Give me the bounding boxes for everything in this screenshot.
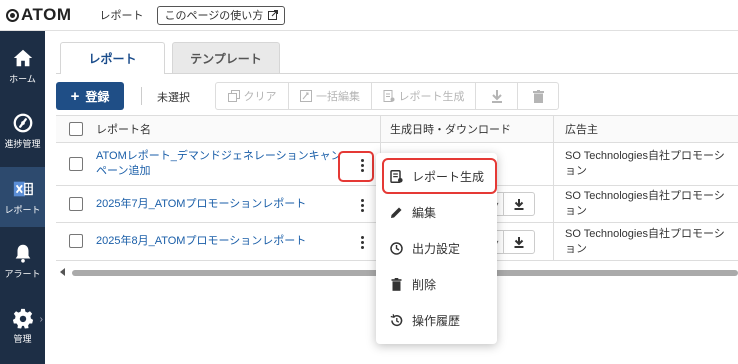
progress-icon [13, 113, 32, 133]
copy-icon [227, 90, 240, 102]
gear-icon [12, 308, 33, 329]
report-name-link[interactable]: 2025年8月_ATOMプロモーションレポート [96, 234, 306, 249]
tab-template[interactable]: テンプレート [172, 42, 280, 73]
home-icon [13, 49, 32, 67]
column-divider [553, 116, 554, 261]
trash-icon [391, 277, 402, 291]
bulk-action-toolbar: クリア 一括編集 レポート生成 [215, 82, 559, 110]
advertiser-cell: SO Technologies自社プロモーション [565, 190, 725, 217]
bell-icon [15, 244, 30, 263]
report-generate-icon [383, 90, 394, 102]
row-download-button[interactable] [504, 231, 534, 253]
menu-item-label: 出力設定 [412, 241, 461, 256]
select-all-checkbox[interactable] [69, 122, 83, 136]
row-checkbox[interactable] [69, 234, 83, 248]
download-button[interactable] [476, 83, 518, 109]
menu-item-history[interactable]: 操作履歴 [376, 302, 497, 338]
help-button[interactable]: このページの使い方 [157, 5, 286, 25]
sidebar-item-label: ホーム [9, 74, 36, 84]
kebab-highlight [338, 151, 374, 182]
column-header-advertiser: 広告主 [565, 124, 598, 136]
row-download-button[interactable] [504, 193, 534, 215]
download-icon [491, 89, 502, 103]
column-header-generated: 生成日時・ダウンロード [390, 124, 511, 136]
advertiser-cell: SO Technologies自社プロモーション [565, 150, 725, 177]
plus-icon: + [70, 87, 80, 105]
menu-item-label: 削除 [412, 277, 437, 292]
selection-status: 未選択 [157, 92, 190, 104]
toolbar-separator [141, 87, 142, 105]
row-checkbox[interactable] [69, 157, 83, 171]
sidebar: ホーム 進捗管理 レポート アラート 管理 › [0, 31, 45, 364]
download-icon [514, 198, 524, 210]
sidebar-item-label: アラート [4, 269, 41, 279]
menu-item-label: 操作履歴 [412, 313, 461, 328]
bulk-edit-button-label: 一括編集 [316, 91, 360, 103]
column-header-name: レポート名 [96, 124, 151, 136]
row-menu-button[interactable] [350, 230, 374, 254]
report-name-cell: ATOMレポート_デマンドジェネレーションキャンペーン追加 [96, 143, 346, 185]
sidebar-item-progress[interactable]: 進捗管理 [0, 101, 45, 161]
excel-report-icon [13, 181, 33, 197]
download-icon [514, 236, 524, 248]
logo-mark-icon [6, 8, 19, 22]
generate-report-button-label: レポート生成 [398, 91, 465, 103]
kebab-icon [360, 203, 364, 207]
tab-report[interactable]: レポート [60, 42, 165, 74]
trash-icon [532, 89, 544, 103]
menu-item-edit[interactable]: 編集 [376, 194, 497, 230]
breadcrumb: レポート [99, 10, 144, 22]
row-checkbox[interactable] [69, 197, 83, 211]
sidebar-item-label: レポート [4, 205, 41, 215]
external-link-icon [268, 10, 279, 20]
logo-text: ATOM [21, 5, 72, 24]
register-button[interactable]: + 登録 [56, 82, 124, 110]
scroll-left-icon[interactable] [60, 268, 65, 276]
report-name-link[interactable]: ATOMレポート_デマンドジェネレーションキャンペーン追加 [96, 149, 346, 179]
sidebar-item-alert[interactable]: アラート [0, 231, 45, 291]
sidebar-item-report[interactable]: レポート [0, 167, 45, 227]
pencil-icon [391, 207, 402, 218]
report-name-link[interactable]: 2025年7月_ATOMプロモーションレポート [96, 197, 306, 212]
menu-item-label: 編集 [412, 205, 437, 220]
sidebar-item-label: 進捗管理 [4, 139, 41, 149]
menu-item-delete[interactable]: 削除 [376, 266, 497, 302]
sidebar-item-settings[interactable]: 管理 › [0, 296, 45, 356]
sidebar-item-home[interactable]: ホーム [0, 36, 45, 96]
chevron-right-icon: › [39, 314, 43, 325]
history-icon [390, 313, 403, 326]
generate-report-button[interactable]: レポート生成 [372, 83, 476, 109]
menu-item-highlight [382, 158, 497, 194]
report-name-cell: 2025年7月_ATOMプロモーションレポート [96, 186, 306, 222]
advertiser-cell: SO Technologies自社プロモーション [565, 227, 725, 255]
kebab-icon [360, 240, 364, 244]
bulk-edit-button[interactable]: 一括編集 [289, 83, 372, 109]
clock-icon [390, 241, 403, 255]
top-header: ATOM レポート このページの使い方 [0, 0, 738, 31]
clear-button-label: クリア [243, 91, 277, 103]
bulk-edit-icon [300, 90, 312, 102]
row-menu-button[interactable] [350, 193, 374, 217]
atom-logo[interactable]: ATOM [6, 5, 71, 25]
delete-button[interactable] [518, 83, 558, 109]
help-button-label: このページの使い方 [164, 10, 264, 22]
register-button-label: 登録 [85, 89, 110, 104]
report-name-cell: 2025年8月_ATOMプロモーションレポート [96, 223, 306, 260]
menu-item-output-settings[interactable]: 出力設定 [376, 230, 497, 266]
clear-button[interactable]: クリア [216, 83, 289, 109]
table-header-row: レポート名 生成日時・ダウンロード 広告主 [56, 116, 738, 143]
sidebar-item-label: 管理 [13, 334, 32, 344]
